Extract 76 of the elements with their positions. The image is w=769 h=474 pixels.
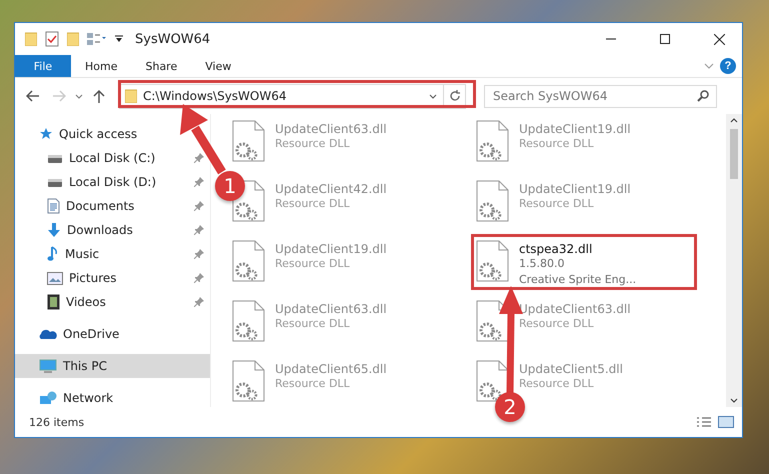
sidebar-item[interactable]: Documents — [15, 194, 210, 218]
address-bar[interactable]: C:\Windows\SysWOW64 — [119, 84, 466, 108]
file-detail: Resource DLL — [519, 316, 595, 332]
search-icon — [697, 90, 709, 102]
file-detail: Resource DLL — [275, 196, 351, 212]
scroll-up-icon[interactable] — [730, 118, 738, 123]
pin-icon — [194, 249, 204, 259]
sidebar-item[interactable]: Videos — [15, 290, 210, 314]
expand-ribbon-chevron-icon[interactable] — [704, 63, 714, 69]
file-detail: 1.5.80.0 — [519, 256, 566, 272]
file-gear-icon — [475, 240, 509, 282]
maximize-icon[interactable] — [660, 34, 670, 44]
drive-icon — [47, 152, 63, 164]
properties-icon[interactable] — [45, 31, 59, 47]
file-gear-icon — [231, 360, 265, 402]
close-icon[interactable] — [714, 34, 724, 44]
file-detail: Resource DLL — [275, 136, 351, 152]
sidebar-item[interactable]: Downloads — [15, 218, 210, 242]
file-gear-icon — [475, 180, 509, 222]
network-icon — [39, 390, 57, 406]
file-gear-icon — [231, 300, 265, 342]
file-detail: Resource DLL — [519, 136, 595, 152]
file-menu-tab[interactable]: File — [15, 55, 71, 77]
folder-icon — [25, 32, 37, 46]
search-field[interactable]: Search SysWOW64 — [484, 84, 717, 108]
file-gear-icon — [231, 120, 265, 162]
picture-icon — [47, 272, 63, 284]
monitor-icon — [39, 358, 57, 374]
folder-icon — [125, 89, 137, 103]
sidebar-item[interactable]: Network — [15, 386, 210, 410]
file-detail: Resource DLL — [275, 316, 351, 332]
drive-icon — [47, 176, 63, 188]
recent-locations-caret-icon[interactable] — [75, 94, 83, 98]
down-arrow-icon — [47, 222, 61, 238]
sidebar-item[interactable]: Pictures — [15, 266, 210, 290]
sidebar-item[interactable]: Local Disk (D:) — [15, 170, 210, 194]
sidebar-item[interactable]: OneDrive — [15, 322, 210, 346]
details-view-icon[interactable] — [696, 416, 712, 428]
back-arrow-icon[interactable] — [26, 90, 40, 102]
view-options-icon[interactable] — [87, 33, 107, 45]
pin-icon — [194, 177, 204, 187]
file-name[interactable]: ctspea32.dll — [519, 242, 636, 256]
annotation-arrow — [180, 104, 226, 174]
star-icon — [39, 127, 53, 141]
file-detail: Creative Sprite Eng... — [519, 272, 636, 288]
sidebar-item[interactable]: Quick access — [15, 122, 210, 146]
file-gear-icon — [475, 300, 509, 342]
sidebar-item[interactable]: Music — [15, 242, 210, 266]
sidebar-item[interactable]: Local Disk (C:) — [15, 146, 210, 170]
document-icon — [47, 198, 60, 214]
file-detail: Resource DLL — [275, 376, 351, 392]
pin-icon — [194, 273, 204, 283]
refresh-icon[interactable] — [448, 90, 460, 102]
large-icons-view-icon[interactable] — [718, 416, 734, 428]
file-gear-icon — [475, 120, 509, 162]
scroll-down-icon[interactable] — [730, 398, 738, 403]
music-note-icon — [47, 246, 59, 262]
file-detail: Resource DLL — [275, 256, 351, 272]
pin-icon — [194, 201, 204, 211]
file-detail: Resource DLL — [519, 196, 595, 212]
cloud-icon — [39, 328, 57, 340]
scrollbar[interactable] — [726, 114, 742, 407]
pin-icon — [194, 153, 204, 163]
item-count: 126 items — [29, 416, 86, 428]
window-title: SysWOW64 — [135, 32, 212, 46]
up-arrow-icon[interactable] — [93, 89, 105, 103]
pin-icon — [194, 225, 204, 235]
help-button[interactable]: ? — [720, 58, 736, 74]
sidebar-item[interactable]: This PC — [15, 354, 210, 378]
file-gear-icon — [231, 240, 265, 282]
pin-icon — [194, 297, 204, 307]
customize-caret-icon[interactable] — [115, 35, 123, 43]
address-dropdown-caret-icon[interactable] — [429, 94, 437, 98]
scroll-thumb[interactable] — [730, 129, 738, 179]
file-detail: Resource DLL — [519, 376, 595, 392]
film-icon — [47, 294, 60, 310]
